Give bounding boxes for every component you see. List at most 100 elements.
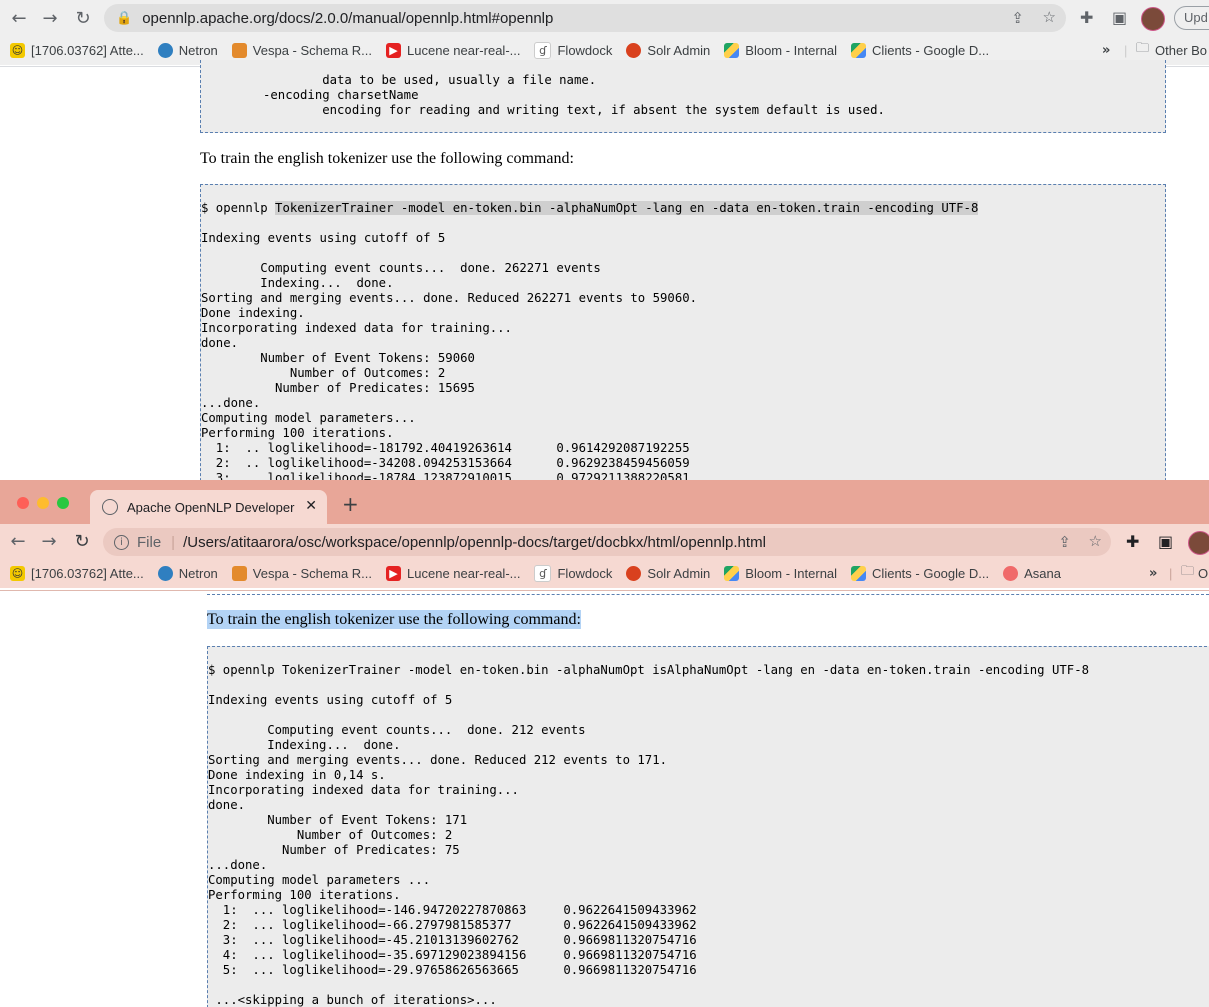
bookmark-label: Flowdock (557, 565, 613, 581)
info-icon[interactable]: i (114, 534, 129, 550)
code-line: -encoding charsetName (263, 88, 419, 102)
bookmark-netron[interactable]: Netron (157, 42, 218, 58)
google-drive-icon (724, 565, 740, 581)
google-drive-icon (724, 42, 740, 58)
browser-window-local-docs: Apache OpenNLP Developer Do ✕ + ← → ↻ i … (0, 480, 1209, 1007)
asana-icon (1003, 565, 1019, 581)
avatar[interactable] (1141, 7, 1165, 31)
code-line: data to be used, usually a file name. (263, 73, 597, 87)
bookmark-solr[interactable]: Solr Admin (626, 565, 711, 581)
training-code-block: $ opennlp TokenizerTrainer -model en-tok… (200, 184, 1166, 480)
solr-icon (626, 42, 642, 58)
reload-icon[interactable]: ↻ (70, 529, 94, 553)
bookmark-vespa[interactable]: Vespa - Schema R... (231, 565, 373, 581)
avatar[interactable] (1188, 531, 1209, 555)
training-code-text: $ opennlp TokenizerTrainer -model en-tok… (208, 663, 1089, 1007)
back-arrow-icon[interactable]: ← (6, 529, 30, 553)
close-window-button[interactable] (17, 497, 29, 509)
bookmark-label: Flowdock (557, 42, 613, 58)
update-button[interactable]: Upd (1174, 6, 1209, 30)
command-prompt: $ opennlp (201, 201, 276, 215)
url-text: opennlp.apache.org/docs/2.0.0/manual/ope… (142, 9, 554, 27)
bookmark-bloom[interactable]: Bloom - Internal (724, 565, 838, 581)
forward-arrow-icon[interactable]: → (37, 529, 61, 553)
bookmark-asana[interactable]: Asana (1003, 565, 1061, 581)
address-bar[interactable]: 🔒 opennlp.apache.org/docs/2.0.0/manual/o… (104, 4, 1066, 32)
bookmark-lucene[interactable]: ▶ Lucene near-real-... (386, 565, 521, 581)
share-icon[interactable]: ⇪ (1058, 533, 1071, 551)
address-bar[interactable]: i File | /Users/atitaarora/osc/workspace… (103, 528, 1111, 556)
bookmark-clients[interactable]: Clients - Google D... (851, 42, 989, 58)
options-code-block: data to be used, usually a file name. -e… (200, 60, 1166, 133)
flowdock-icon: ɠ (534, 41, 552, 59)
bookmark-label: Bloom - Internal (745, 565, 838, 581)
previous-code-block-edge (207, 590, 1209, 595)
google-drive-icon (851, 42, 867, 58)
reload-icon[interactable]: ↻ (71, 6, 95, 30)
bookmarks-separator: | (1124, 42, 1128, 58)
browser-toolbar: ← → ↻ 🔒 opennlp.apache.org/docs/2.0.0/ma… (0, 0, 1209, 36)
youtube-icon: ▶ (386, 565, 402, 581)
chevron-double-icon[interactable]: » (1149, 566, 1157, 581)
highlighted-command: TokenizerTrainer -model en-token.bin -al… (275, 201, 979, 215)
bookmark-arxiv[interactable]: ☺ [1706.03762] Atte... (10, 565, 144, 581)
youtube-icon: ▶ (386, 42, 402, 58)
plus-icon[interactable]: + (342, 492, 359, 516)
instruction-paragraph: To train the english tokenizer use the f… (207, 610, 581, 629)
google-drive-icon (851, 565, 867, 581)
url-text: /Users/atitaarora/osc/workspace/opennlp/… (183, 533, 766, 551)
command-output: Indexing events using cutoff of 5 Comput… (201, 231, 698, 480)
bookmark-flowdock[interactable]: ɠ Flowdock (534, 564, 613, 582)
zoom-window-button[interactable] (57, 497, 69, 509)
bookmark-arxiv[interactable]: ☺ [1706.03762] Atte... (10, 42, 144, 58)
bookmark-lucene[interactable]: ▶ Lucene near-real-... (386, 42, 521, 58)
extensions-icon[interactable]: ✚ (1126, 532, 1139, 551)
netron-icon (157, 565, 173, 581)
sidepanel-icon[interactable]: ▣ (1158, 532, 1173, 551)
bookmark-label: Solr Admin (647, 42, 711, 58)
star-icon[interactable]: ☆ (1089, 532, 1102, 550)
bookmark-label: Solr Admin (647, 565, 711, 581)
bookmark-label: Asana (1024, 565, 1061, 581)
folder-icon: 🗀 (1181, 564, 1195, 579)
bookmark-solr[interactable]: Solr Admin (626, 42, 711, 58)
tab-opennlp[interactable]: Apache OpenNLP Developer Do ✕ (90, 490, 327, 524)
file-label: File (137, 533, 162, 551)
bookmark-flowdock[interactable]: ɠ Flowdock (534, 41, 613, 59)
solr-icon (626, 565, 642, 581)
options-code-text: data to be used, usually a file name. -e… (263, 73, 885, 118)
bookmark-label: Lucene near-real-... (407, 565, 521, 581)
extensions-icon[interactable]: ✚ (1080, 8, 1093, 27)
vespa-icon (231, 42, 247, 58)
tab-title: Apache OpenNLP Developer Do (127, 499, 299, 515)
smiley-icon: ☺ (10, 42, 25, 58)
netron-icon (157, 42, 173, 58)
lock-icon: 🔒 (116, 10, 133, 26)
minimize-window-button[interactable] (37, 497, 49, 509)
chevron-double-icon[interactable]: » (1102, 43, 1110, 58)
bookmark-label: [1706.03762] Atte... (31, 42, 144, 58)
bookmark-label: Vespa - Schema R... (252, 565, 373, 581)
back-arrow-icon[interactable]: ← (7, 6, 31, 30)
training-code-block: $ opennlp TokenizerTrainer -model en-tok… (207, 646, 1209, 1007)
vespa-icon (231, 565, 247, 581)
other-bookmarks-label: O (1198, 565, 1209, 581)
share-icon[interactable]: ⇪ (1011, 9, 1024, 27)
bookmark-label: Clients - Google D... (872, 565, 990, 581)
bookmark-label: Netron (178, 42, 218, 58)
bookmark-netron[interactable]: Netron (157, 565, 218, 581)
bookmark-vespa[interactable]: Vespa - Schema R... (231, 42, 372, 58)
star-icon[interactable]: ☆ (1043, 8, 1056, 26)
bookmark-label: Lucene near-real-... (407, 42, 521, 58)
other-bookmarks[interactable]: 🗀 Other Bo (1136, 39, 1207, 61)
sidepanel-icon[interactable]: ▣ (1112, 8, 1127, 27)
title-bar: Apache OpenNLP Developer Do ✕ + (0, 480, 1209, 524)
bookmark-bloom[interactable]: Bloom - Internal (724, 42, 837, 58)
bookmarks-bar: ☺ [1706.03762] Atte... Netron Vespa - Sch… (0, 558, 1209, 588)
bookmarks-separator: | (1169, 565, 1173, 581)
other-bookmarks[interactable]: 🗀 O (1181, 562, 1208, 584)
close-icon[interactable]: ✕ (305, 498, 317, 514)
forward-arrow-icon[interactable]: → (38, 6, 62, 30)
url-separator: | (171, 533, 176, 551)
bookmark-clients[interactable]: Clients - Google D... (851, 565, 990, 581)
